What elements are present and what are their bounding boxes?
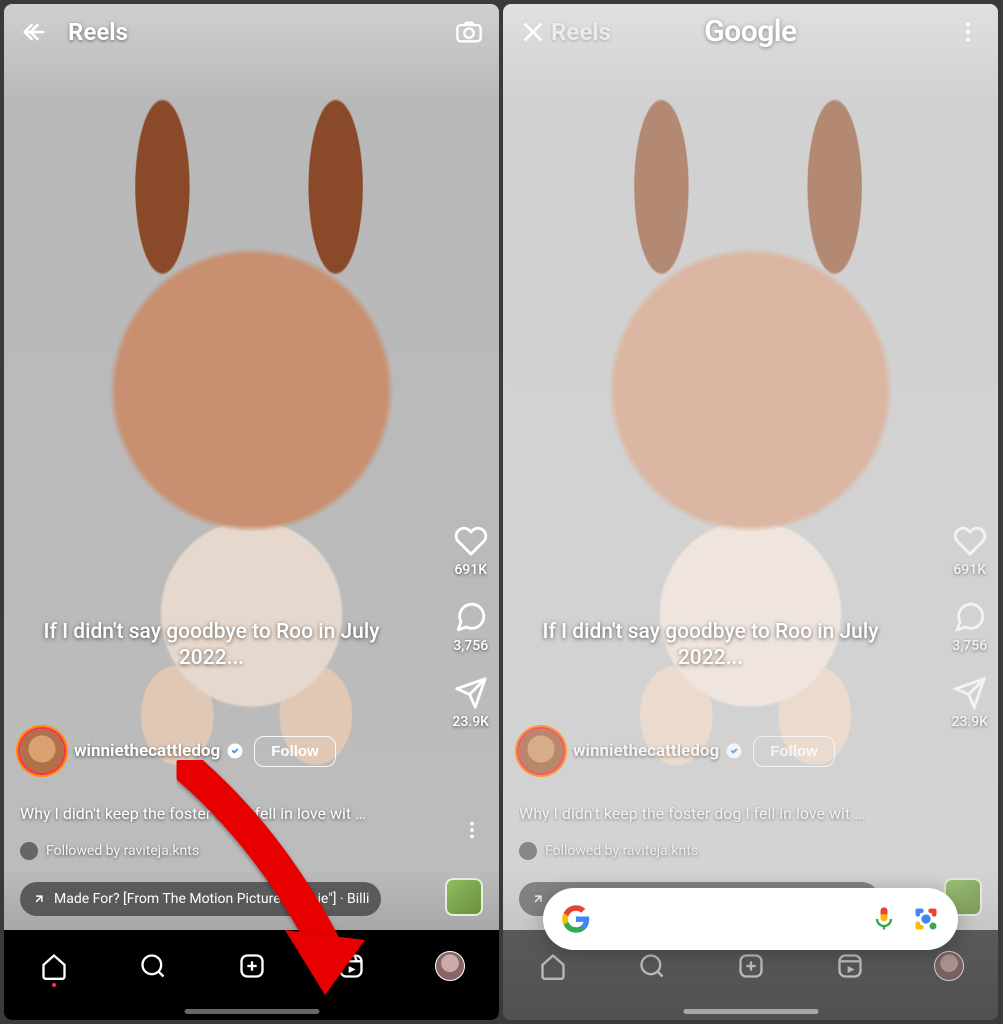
verified-badge-icon xyxy=(226,742,244,760)
followed-by-row[interactable]: Followed by raviteja.knts xyxy=(519,842,698,860)
video-caption: If I didn't say goodbye to Roo in July 2… xyxy=(503,619,918,672)
back-icon[interactable] xyxy=(18,16,50,48)
comment-count: 3,756 xyxy=(952,638,987,654)
nav-reels-icon[interactable] xyxy=(835,951,865,981)
followed-by-label: Followed by raviteja.knts xyxy=(46,843,199,859)
google-lens-icon[interactable] xyxy=(912,905,940,933)
like-button[interactable]: 691K xyxy=(953,524,987,578)
like-count: 691K xyxy=(953,562,986,578)
bottom-nav xyxy=(4,930,499,1020)
nav-home-icon[interactable] xyxy=(39,951,69,981)
author-row[interactable]: winniethecattledog Follow xyxy=(519,729,918,773)
audio-pill[interactable]: Made For? [From The Motion Picture "Barb… xyxy=(20,882,381,916)
reel-video-frame[interactable] xyxy=(4,4,499,1020)
like-button[interactable]: 691K xyxy=(454,524,488,578)
share-count: 23.9K xyxy=(951,714,988,730)
author-row[interactable]: winniethecattledog Follow xyxy=(20,729,419,773)
comment-button[interactable]: 3,756 xyxy=(952,600,987,654)
action-rail: 691K 3,756 23.9K xyxy=(951,524,988,730)
audio-thumbnail[interactable] xyxy=(445,878,483,916)
share-button[interactable]: 23.9K xyxy=(951,676,988,730)
nav-reels-icon[interactable] xyxy=(336,951,366,981)
follow-button[interactable]: Follow xyxy=(753,736,835,767)
overflow-menu-icon[interactable] xyxy=(952,16,984,48)
comment-count: 3,756 xyxy=(453,638,488,654)
camera-icon[interactable] xyxy=(453,16,485,48)
video-caption: If I didn't say goodbye to Roo in July 2… xyxy=(4,619,419,672)
video-description[interactable]: Why I didn't keep the foster dog I fell … xyxy=(20,804,419,823)
author-username[interactable]: winniethecattledog xyxy=(74,741,220,761)
follower-avatar xyxy=(20,842,38,860)
page-title-ghost: Reels xyxy=(551,18,611,46)
more-options-icon[interactable] xyxy=(461,819,483,841)
audio-text: Made For? [From The Motion Picture "Barb… xyxy=(54,891,369,907)
nav-create-icon[interactable] xyxy=(736,951,766,981)
top-bar: Reels Google xyxy=(503,4,998,59)
author-avatar[interactable] xyxy=(20,729,64,773)
comment-button[interactable]: 3,756 xyxy=(453,600,488,654)
followed-by-row[interactable]: Followed by raviteja.knts xyxy=(20,842,199,860)
close-icon[interactable] xyxy=(517,16,549,48)
nav-profile-avatar[interactable] xyxy=(435,951,465,981)
follow-button[interactable]: Follow xyxy=(254,736,336,767)
nav-search-icon[interactable] xyxy=(637,951,667,981)
nav-profile-avatar[interactable] xyxy=(934,951,964,981)
phone-right: Reels Google If I didn't say goodbye to … xyxy=(503,4,998,1020)
reel-video-frame[interactable] xyxy=(503,4,998,1020)
action-rail: 691K 3,756 23.9K xyxy=(452,524,489,730)
share-button[interactable]: 23.9K xyxy=(452,676,489,730)
nav-home-icon[interactable] xyxy=(538,951,568,981)
phone-left: Reels If I didn't say goodbye to Roo in … xyxy=(4,4,499,1020)
followed-by-label: Followed by raviteja.knts xyxy=(545,843,698,859)
google-search-bar[interactable] xyxy=(543,888,958,950)
google-logo: Google xyxy=(704,14,796,49)
page-title: Reels xyxy=(68,18,128,46)
video-description[interactable]: Why I didn't keep the foster dog I fell … xyxy=(519,804,918,823)
google-mic-icon[interactable] xyxy=(870,905,898,933)
home-indicator[interactable] xyxy=(683,1009,818,1014)
home-indicator[interactable] xyxy=(184,1009,319,1014)
author-avatar[interactable] xyxy=(519,729,563,773)
like-count: 691K xyxy=(454,562,487,578)
google-g-icon xyxy=(561,904,591,934)
nav-search-icon[interactable] xyxy=(138,951,168,981)
nav-create-icon[interactable] xyxy=(237,951,267,981)
verified-badge-icon xyxy=(725,742,743,760)
follower-avatar xyxy=(519,842,537,860)
share-count: 23.9K xyxy=(452,714,489,730)
author-username[interactable]: winniethecattledog xyxy=(573,741,719,761)
top-bar: Reels xyxy=(4,4,499,59)
